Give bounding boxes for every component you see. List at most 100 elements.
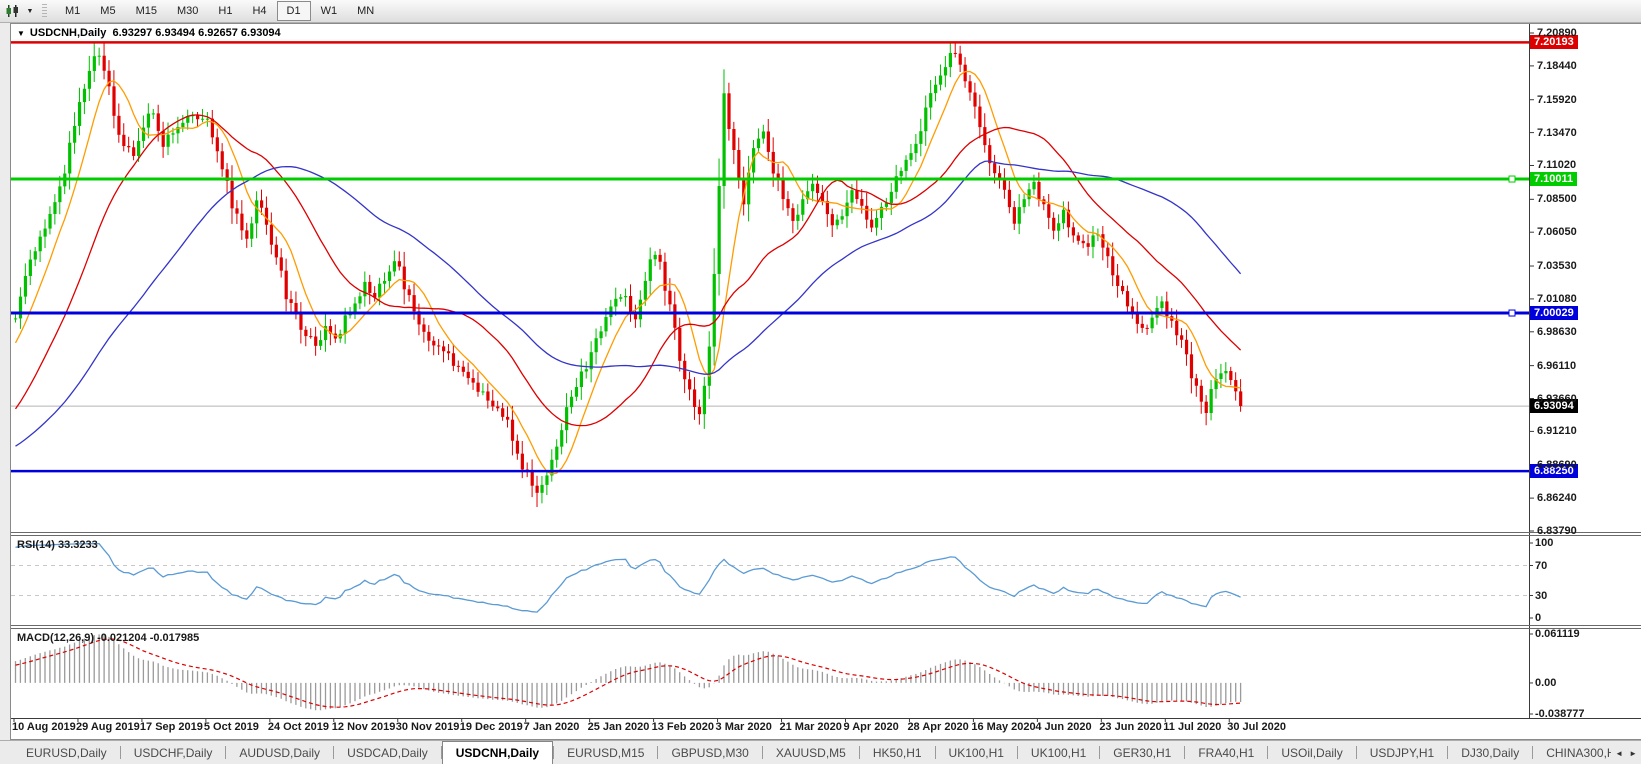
chart-tab-ger30-h1[interactable]: GER30,H1 (1100, 741, 1184, 764)
macd-main-value: -0.021204 (97, 632, 147, 644)
chart-ohlc-values: 6.93297 6.93494 6.92657 6.93094 (112, 27, 280, 39)
date-axis-label: 29 Aug 2019 (76, 721, 140, 733)
symbol-dropdown-icon[interactable]: ▼ (17, 29, 25, 38)
price-axis-label: 6.86240 (1537, 491, 1577, 505)
timeframe-button-h1[interactable]: H1 (208, 1, 242, 21)
chart-tab-eurusd-daily[interactable]: EURUSD,Daily (13, 741, 120, 764)
date-axis-label: 4 Jun 2020 (1035, 721, 1091, 733)
moving-averages-layer (16, 72, 1241, 475)
date-axis-label: 7 Jan 2020 (524, 721, 580, 733)
tabs-scroll-left-icon[interactable]: ◄ (1615, 749, 1623, 758)
price-axis-label: 6.98630 (1537, 325, 1577, 339)
horizontal-lines-layer[interactable] (11, 42, 1529, 471)
top-toolbar: ▼ M1M5M15M30H1H4D1W1MN (0, 0, 1641, 23)
price-axis-label: 7.15920 (1537, 93, 1577, 107)
rsi-layer (11, 544, 1529, 612)
tabs-scroll-right-icon[interactable]: ► (1629, 749, 1637, 758)
rsi-axis-label: 70 (1535, 559, 1547, 573)
price-axis-label: 7.03530 (1537, 259, 1577, 273)
timeframe-button-m1[interactable]: M1 (55, 1, 90, 21)
macd-indicator-label: MACD(12,26,9) -0.021204 -0.017985 (17, 632, 199, 644)
axes-layer (11, 24, 1641, 722)
timeframe-button-m5[interactable]: M5 (90, 1, 125, 21)
chart-tab-usoil-daily[interactable]: USOil,Daily (1268, 741, 1355, 764)
date-axis-label: 11 Jul 2020 (1163, 721, 1221, 733)
date-axis-label: 13 Feb 2020 (652, 721, 714, 733)
macd-layer (16, 634, 1241, 710)
chart-tab-gbpusd-m30[interactable]: GBPUSD,M30 (658, 741, 761, 764)
price-line-badge: 7.10011 (1530, 172, 1577, 186)
price-axis-label: 7.06050 (1537, 225, 1577, 239)
price-axis-label: 7.11020 (1537, 158, 1576, 172)
chart-tab-usdcad-daily[interactable]: USDCAD,Daily (334, 741, 441, 764)
price-line-badge: 7.00029 (1530, 306, 1578, 320)
chart-tab-dj30-daily[interactable]: DJ30,Daily (1448, 741, 1532, 764)
rsi-value: 33.3233 (58, 539, 98, 551)
date-axis-label: 5 Oct 2019 (204, 721, 259, 733)
date-axis-label: 30 Nov 2019 (396, 721, 460, 733)
chart-tab-usdcnh-daily[interactable]: USDCNH,Daily (442, 741, 553, 764)
chart-canvas[interactable] (11, 24, 1641, 741)
chart-tab-hk50-h1[interactable]: HK50,H1 (860, 741, 935, 764)
rsi-axis-label: 0 (1535, 611, 1541, 625)
chart-tab-xauusd-m5[interactable]: XAUUSD,M5 (763, 741, 859, 764)
rsi-axis-label: 30 (1535, 589, 1547, 603)
date-axis-label: 3 Mar 2020 (716, 721, 772, 733)
chart-tab-uk100-h1[interactable]: UK100,H1 (1018, 741, 1099, 764)
timeframe-button-h4[interactable]: H4 (242, 1, 276, 21)
price-axis-label: 6.88690 (1537, 458, 1577, 472)
macd-axis-label: -0.038777 (1535, 707, 1585, 721)
chart-window: ▼ USDCNH,Daily 6.93297 6.93494 6.92657 6.… (10, 23, 1641, 740)
chart-title: ▼ USDCNH,Daily 6.93297 6.93494 6.92657 6.… (17, 27, 281, 39)
rsi-name: RSI(14) (17, 539, 55, 551)
date-axis-label: 28 Apr 2020 (907, 721, 968, 733)
price-axis-label: 6.93660 (1537, 392, 1577, 406)
macd-histogram (16, 634, 1241, 710)
rsi-axis-label: 100 (1535, 536, 1553, 550)
date-axis-label: 23 Jun 2020 (1099, 721, 1161, 733)
timeframe-button-w1[interactable]: W1 (311, 1, 348, 21)
price-axis-label: 7.18440 (1537, 59, 1577, 73)
tab-items: EURUSD,DailyUSDCHF,DailyAUDUSD,DailyUSDC… (13, 741, 1641, 764)
hline-handle[interactable] (1509, 176, 1515, 182)
date-axis-label: 9 Apr 2020 (843, 721, 898, 733)
chart-tab-eurusd-m15[interactable]: EURUSD,M15 (554, 741, 657, 764)
date-axis-label: 25 Jan 2020 (588, 721, 650, 733)
chart-tab-fra40-h1[interactable]: FRA40,H1 (1185, 741, 1267, 764)
price-axis-label: 7.01080 (1537, 292, 1577, 306)
date-axis-label: 16 May 2020 (971, 721, 1035, 733)
toolbar-grip[interactable] (42, 4, 47, 19)
hline-handle[interactable] (1509, 310, 1515, 316)
ma-fast-line (16, 72, 1241, 475)
timeframe-button-d1[interactable]: D1 (277, 1, 311, 21)
price-axis-label: 7.08500 (1537, 192, 1577, 206)
macd-axis-label: 0.00 (1535, 676, 1556, 690)
chart-tab-usdchf-daily[interactable]: USDCHF,Daily (121, 741, 226, 764)
timeframe-toolbar: M1M5M15M30H1H4D1W1MN (55, 1, 384, 21)
chart-tab-usdjpy-h1[interactable]: USDJPY,H1 (1357, 741, 1447, 764)
tool-dropdown-caret-icon[interactable]: ▼ (24, 8, 36, 15)
chart-tabs-bar: EURUSD,DailyUSDCHF,DailyAUDUSD,DailyUSDC… (0, 740, 1641, 764)
chart-symbol: USDCNH,Daily (30, 27, 106, 39)
chart-tab-uk100-h1[interactable]: UK100,H1 (936, 741, 1017, 764)
timeframe-button-m15[interactable]: M15 (126, 1, 167, 21)
rsi-line (16, 544, 1241, 612)
ma-mid-line (16, 115, 1241, 426)
date-axis-label: 30 Jul 2020 (1227, 721, 1286, 733)
tab-scroll-arrows: ◄ ► (1611, 742, 1641, 764)
chart-tab-audusd-daily[interactable]: AUDUSD,Daily (226, 741, 333, 764)
rsi-indicator-label: RSI(14) 33.3233 (17, 539, 98, 551)
ma-slow-line (16, 161, 1241, 446)
timeframe-button-m30[interactable]: M30 (167, 1, 208, 21)
candlestick-tool-icon (5, 3, 21, 19)
price-axis-label: 6.96110 (1537, 359, 1576, 373)
macd-signal-line (16, 639, 1241, 707)
chart-tool-button[interactable] (2, 1, 24, 21)
date-axis-label: 12 Nov 2019 (332, 721, 396, 733)
timeframe-button-mn[interactable]: MN (347, 1, 384, 21)
macd-signal-value: -0.017985 (150, 632, 200, 644)
date-axis-label: 24 Oct 2019 (268, 721, 329, 733)
macd-axis-label: 0.061119 (1535, 627, 1580, 641)
date-axis-label: 10 Aug 2019 (12, 721, 76, 733)
date-axis-label: 17 Sep 2019 (140, 721, 203, 733)
